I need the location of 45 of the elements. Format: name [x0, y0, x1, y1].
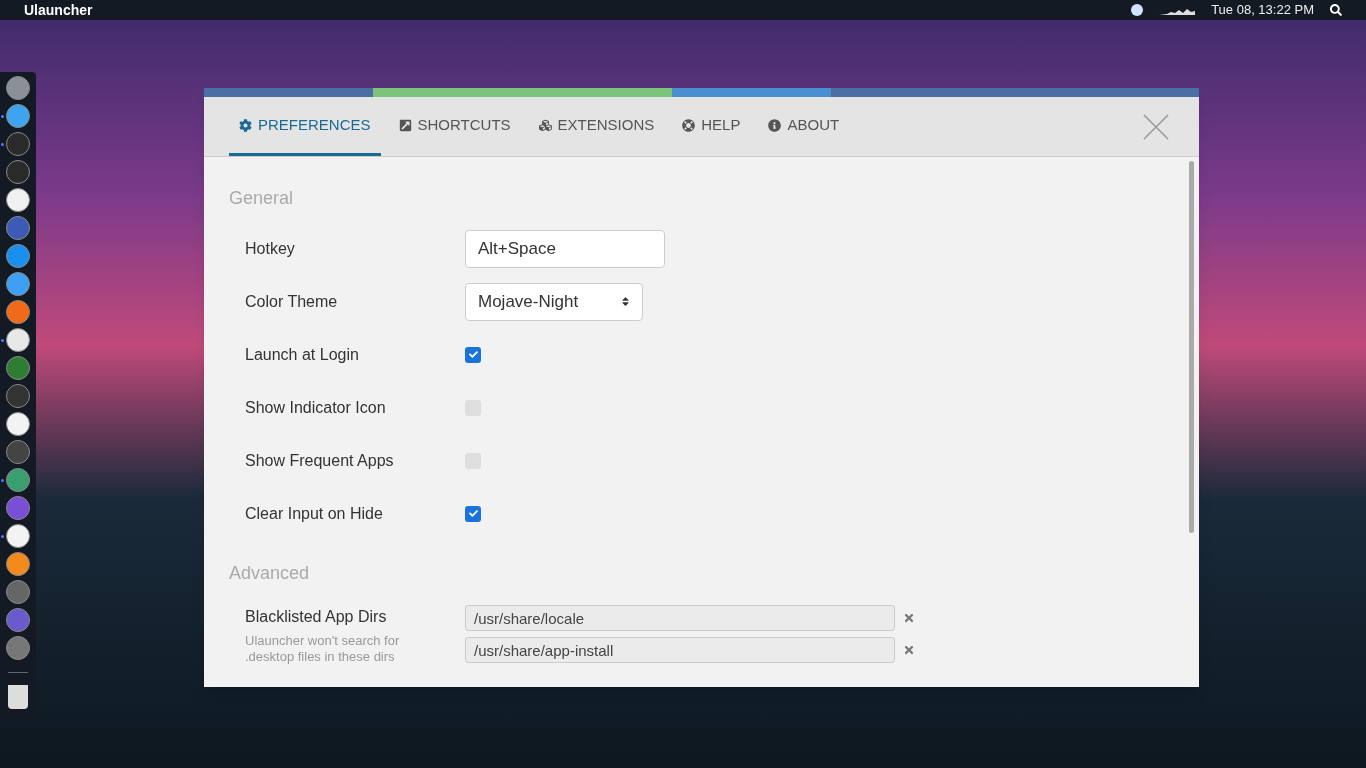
check-icon	[468, 350, 478, 359]
app-icon[interactable]	[6, 300, 30, 324]
close-icon	[1143, 113, 1169, 140]
checkbox[interactable]	[465, 505, 481, 522]
tab[interactable]: SHORTCUTS	[388, 97, 521, 156]
setting-label: Show Indicator Icon	[245, 398, 386, 416]
app-icon[interactable]	[6, 104, 30, 128]
scrollbar-thumb[interactable]	[1189, 161, 1194, 533]
tab[interactable]: ABOUT	[758, 97, 850, 156]
app-name: Ulauncher	[24, 0, 93, 20]
app-icon[interactable]	[6, 272, 30, 296]
setting-label: Launch at Login	[245, 345, 359, 363]
search-icon[interactable]	[1330, 4, 1342, 16]
checkbox[interactable]	[465, 346, 481, 363]
hotkey-field[interactable]: Alt+Space	[465, 229, 665, 268]
app-icon[interactable]	[6, 524, 30, 548]
clock: Tue 08, 13:22 PM	[1211, 1, 1314, 20]
setting-label: Hotkey	[245, 239, 295, 257]
section-title: Advanced	[229, 562, 311, 585]
cubes-icon	[538, 118, 552, 132]
tab[interactable]: EXTENSIONS	[528, 97, 665, 156]
info-icon	[768, 118, 782, 132]
shortcut-icon	[398, 118, 412, 132]
directory-field[interactable]: /usr/share/app-install	[465, 637, 895, 663]
sort-caret-icon	[621, 296, 630, 307]
weather-icon	[1131, 4, 1144, 16]
tab[interactable]: HELP	[672, 97, 751, 156]
gear-icon	[239, 118, 252, 132]
tab[interactable]: PREFERENCES	[229, 97, 381, 156]
setting-label: Color Theme	[245, 292, 338, 310]
setting-hint: Ulauncher won't search for .desktop files in these dirs	[245, 633, 401, 665]
setting-label: Blacklisted App Dirs	[245, 607, 388, 627]
setting-label: Clear Input on Hide	[245, 504, 383, 522]
lifebuoy-icon	[682, 118, 696, 132]
app-icon[interactable]	[6, 552, 30, 576]
remove-icon[interactable]	[903, 644, 915, 656]
app-icon[interactable]	[6, 412, 30, 436]
directory-field[interactable]: /usr/share/locale	[465, 605, 895, 631]
check-icon	[468, 509, 478, 518]
remove-icon[interactable]	[903, 612, 915, 624]
setting-label: Show Frequent Apps	[245, 451, 394, 469]
app-icon[interactable]	[6, 188, 30, 212]
section-title: General	[229, 187, 295, 210]
theme-dropdown[interactable]: Mojave-Night	[465, 282, 643, 321]
app-icon[interactable]	[6, 328, 30, 352]
